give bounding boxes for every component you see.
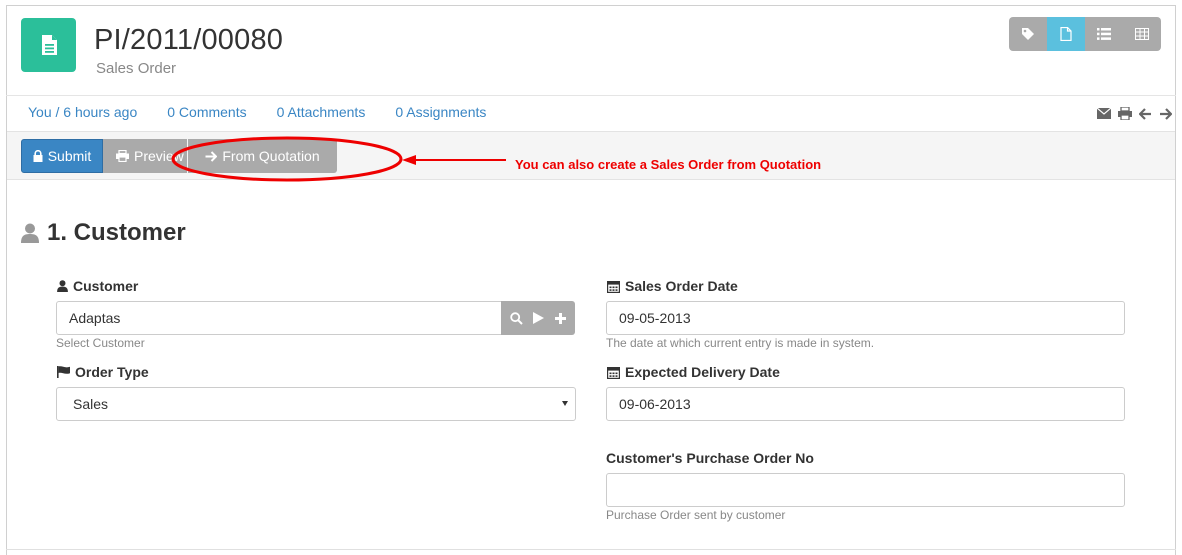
print-icon	[116, 150, 129, 162]
calendar-icon	[607, 366, 620, 379]
assignments-link[interactable]: 0 Assignments	[395, 104, 486, 120]
calendar-icon	[607, 280, 620, 293]
from-quotation-button[interactable]: From Quotation	[188, 139, 337, 173]
header-divider	[6, 95, 1176, 96]
customer-input[interactable]: Adaptas	[56, 301, 503, 335]
customer-input-actions	[501, 301, 575, 335]
submit-button[interactable]: Submit	[21, 139, 103, 173]
order-type-select[interactable]: Sales	[56, 387, 576, 421]
play-icon[interactable]	[533, 312, 545, 324]
view-switcher	[1009, 17, 1161, 51]
customer-label: Customer	[57, 278, 138, 294]
sales-order-date-input[interactable]: 09-05-2013	[606, 301, 1125, 335]
email-icon[interactable]	[1097, 108, 1111, 119]
order-type-value: Sales	[73, 396, 109, 412]
attachments-link[interactable]: 0 Attachments	[277, 104, 366, 120]
plus-icon[interactable]	[554, 312, 566, 324]
preview-label: Preview	[134, 148, 184, 164]
lock-icon	[33, 150, 43, 162]
sales-order-date-label-text: Sales Order Date	[625, 278, 738, 294]
expected-delivery-date-input[interactable]: 09-06-2013	[606, 387, 1125, 421]
next-arrow-icon[interactable]	[1159, 107, 1172, 120]
purchase-order-no-label: Customer's Purchase Order No	[606, 450, 814, 466]
tag-icon	[1022, 28, 1034, 40]
file-icon	[1060, 27, 1072, 41]
expected-delivery-date-label: Expected Delivery Date	[607, 364, 780, 380]
grid-icon	[1135, 28, 1149, 40]
info-bar: You / 6 hours ago 0 Comments 0 Attachmen…	[28, 104, 486, 120]
list-icon	[1097, 28, 1111, 40]
purchase-order-no-input[interactable]	[606, 473, 1125, 507]
from-quotation-label: From Quotation	[222, 148, 320, 164]
action-icons	[1097, 107, 1172, 120]
order-type-label-text: Order Type	[75, 364, 149, 380]
comments-link[interactable]: 0 Comments	[167, 104, 246, 120]
search-icon[interactable]	[510, 311, 523, 325]
grid-view-button[interactable]	[1123, 17, 1161, 51]
submit-label: Submit	[47, 148, 92, 164]
preview-button[interactable]: Preview	[103, 139, 187, 173]
order-type-label: Order Type	[57, 364, 149, 380]
section-divider	[6, 549, 1176, 550]
page-subtitle: Sales Order	[96, 60, 177, 77]
expected-delivery-date-label-text: Expected Delivery Date	[625, 364, 780, 380]
previous-arrow-icon[interactable]	[1139, 107, 1152, 120]
dropdown-caret-icon	[562, 401, 568, 406]
purchase-order-no-help: Purchase Order sent by customer	[606, 508, 786, 522]
list-view-button[interactable]	[1085, 17, 1123, 51]
flag-icon	[57, 366, 70, 378]
annotation-text: You can also create a Sales Order from Q…	[515, 157, 822, 172]
user-icon	[21, 223, 39, 243]
action-toolbar: Submit Preview From Quotation	[7, 131, 1175, 180]
tag-view-button[interactable]	[1009, 17, 1047, 51]
page-title: PI/2011/00080	[94, 24, 284, 56]
owner-link[interactable]: You / 6 hours ago	[28, 104, 137, 120]
sales-order-date-label: Sales Order Date	[607, 278, 738, 294]
user-icon	[57, 280, 68, 292]
print-icon[interactable]	[1118, 107, 1132, 120]
section-heading: 1. Customer	[21, 219, 186, 247]
customer-label-text: Customer	[73, 278, 139, 294]
form-view-button[interactable]	[1047, 17, 1085, 51]
section-title: 1. Customer	[47, 219, 186, 246]
arrow-right-icon	[205, 150, 218, 162]
document-icon	[21, 18, 76, 72]
sales-order-date-help: The date at which current entry is made …	[606, 336, 875, 350]
customer-help: Select Customer	[56, 336, 145, 350]
